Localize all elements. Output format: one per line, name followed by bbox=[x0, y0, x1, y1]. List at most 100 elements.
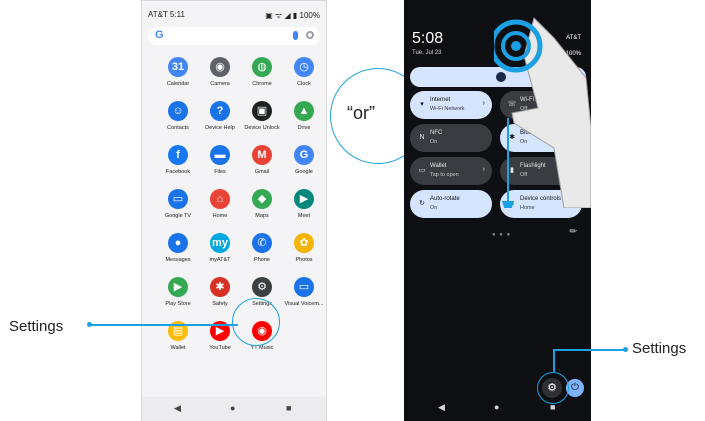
status-carrier-time: AT&T 5:11 bbox=[148, 10, 185, 19]
tile-subtitle: On bbox=[430, 205, 438, 211]
app-chrome[interactable]: ◍ Chrome bbox=[240, 57, 284, 101]
app-label: Drive bbox=[297, 125, 311, 131]
app-myat-t[interactable]: my myAT&T bbox=[198, 233, 242, 277]
tile-wallet[interactable]: ▭ Wallet Tap to open › bbox=[410, 157, 492, 185]
home-button[interactable]: ● bbox=[494, 402, 499, 412]
app-icon: ▲ bbox=[294, 101, 314, 121]
settings-callout-label-left: Settings bbox=[9, 318, 64, 335]
app-meet[interactable]: ▶ Meet bbox=[282, 189, 326, 233]
tile-title: Wallet bbox=[430, 163, 447, 169]
app-gmail[interactable]: M Gmail bbox=[240, 145, 284, 189]
tile-subtitle: Tap to open bbox=[430, 172, 459, 178]
app-icon: ▣ bbox=[252, 101, 272, 121]
status-icons: ▣ ᯤ ◢ ▮ 100% bbox=[265, 11, 320, 20]
app-icon: ◉ bbox=[210, 57, 230, 77]
app-icon: ● bbox=[168, 233, 188, 253]
app-drawer-screen: AT&T 5:11 ▣ ᯤ ◢ ▮ 100% G 31 Calendar ◉ Came… bbox=[141, 0, 327, 421]
app-icon: ▭ bbox=[294, 277, 314, 297]
callout-dot-right bbox=[623, 347, 628, 352]
app-files[interactable]: ▬ Files bbox=[198, 145, 242, 189]
tile-auto-rotate[interactable]: ↻ Auto-rotate On bbox=[410, 190, 492, 218]
settings-highlight-circle-right bbox=[537, 372, 569, 404]
date-label: Tue, Jul 23 bbox=[412, 50, 442, 56]
app-wallet[interactable]: ▤ Wallet bbox=[156, 321, 200, 365]
app-contacts[interactable]: ☺ Contacts bbox=[156, 101, 200, 145]
app-maps[interactable]: ◆ Maps bbox=[240, 189, 284, 233]
recents-button[interactable]: ■ bbox=[286, 403, 291, 413]
navigation-bar: ◀ ● ■ bbox=[142, 397, 326, 421]
tile-subtitle: Wi-Fi Network bbox=[430, 106, 465, 112]
tile-nfc[interactable]: N NFC On bbox=[410, 124, 492, 152]
back-button[interactable]: ◀ bbox=[438, 402, 445, 413]
chevron-right-icon: › bbox=[482, 166, 485, 173]
app-google-tv[interactable]: ▭ Google TV bbox=[156, 189, 200, 233]
tile-icon: N bbox=[419, 134, 425, 141]
tile-title: Internet bbox=[430, 97, 451, 103]
app-phone[interactable]: ✆ Phone bbox=[240, 233, 284, 277]
tile-subtitle: On bbox=[430, 139, 438, 145]
app-photos[interactable]: ✿ Photos bbox=[282, 233, 326, 277]
tile-icon: ▾ bbox=[420, 101, 424, 108]
tile-title: NFC bbox=[430, 130, 443, 136]
tile-internet[interactable]: ▾ Internet Wi-Fi Network › bbox=[410, 91, 492, 119]
app-icon: 31 bbox=[168, 57, 188, 77]
app-icon: ▶ bbox=[294, 189, 314, 209]
or-label: “or” bbox=[347, 103, 375, 123]
app-google[interactable]: G Google bbox=[282, 145, 326, 189]
app-drive[interactable]: ▲ Drive bbox=[282, 101, 326, 145]
app-play-store[interactable]: ▶ Play Store bbox=[156, 277, 200, 321]
back-button[interactable]: ◀ bbox=[174, 403, 181, 414]
status-bar: AT&T 5:11 ▣ ᯤ ◢ ▮ 100% bbox=[142, 1, 326, 27]
page-indicator: ● ● ● bbox=[492, 232, 512, 238]
tap-ring-inner-icon bbox=[511, 41, 521, 51]
settings-highlight-circle-left bbox=[232, 298, 280, 346]
google-logo-icon: G bbox=[155, 29, 164, 41]
app-label: YT Music bbox=[250, 345, 274, 351]
hand-icon bbox=[511, 17, 591, 208]
microphone-icon[interactable] bbox=[293, 31, 298, 40]
app-icon: ✱ bbox=[210, 277, 230, 297]
tile-icon: ↻ bbox=[419, 200, 425, 207]
app-clock[interactable]: ◷ Clock bbox=[282, 57, 326, 101]
app-icon: ▬ bbox=[210, 145, 230, 165]
swipe-arrow-head-icon bbox=[502, 201, 514, 208]
settings-callout-label-right: Settings bbox=[632, 340, 687, 357]
callout-line-left bbox=[90, 324, 238, 326]
app-camera[interactable]: ◉ Camera bbox=[198, 57, 242, 101]
app-label: Photos bbox=[295, 257, 313, 263]
app-icon: M bbox=[252, 145, 272, 165]
callout-line-right bbox=[553, 349, 625, 351]
lens-icon[interactable] bbox=[306, 31, 314, 39]
app-visual-voicem[interactable]: ▭ Visual Voicem... bbox=[282, 277, 326, 321]
app-icon: my bbox=[210, 233, 230, 253]
app-icon: ⌂ bbox=[210, 189, 230, 209]
clock-time: 5:08 bbox=[412, 30, 444, 47]
app-icon: ✿ bbox=[294, 233, 314, 253]
app-messages[interactable]: ● Messages bbox=[156, 233, 200, 277]
app-icon: ✆ bbox=[252, 233, 272, 253]
app-icon: ▶ bbox=[168, 277, 188, 297]
callout-vline-right bbox=[553, 349, 555, 372]
app-device-help[interactable]: ? Device Help bbox=[198, 101, 242, 145]
home-button[interactable]: ● bbox=[230, 403, 235, 413]
app-icon: ◆ bbox=[252, 189, 272, 209]
app-label: Meet bbox=[297, 213, 311, 219]
app-icon: ▭ bbox=[168, 189, 188, 209]
app-icon: ◷ bbox=[294, 57, 314, 77]
app-device-unlock[interactable]: ▣ Device Unlock bbox=[240, 101, 284, 145]
app-icon: f bbox=[168, 145, 188, 165]
app-calendar[interactable]: 31 Calendar bbox=[156, 57, 200, 101]
chevron-right-icon: › bbox=[482, 100, 485, 107]
app-icon: ⚙ bbox=[252, 277, 272, 297]
quick-settings-screen: 5:08 Tue, Jul 23 AT&T ▣ ᯤ ◢ ▮ 100% ▾Inte… bbox=[404, 0, 591, 421]
app-label: Clock bbox=[297, 81, 311, 87]
app-facebook[interactable]: f Facebook bbox=[156, 145, 200, 189]
tile-icon: ▭ bbox=[418, 167, 426, 174]
search-bar[interactable]: G bbox=[148, 27, 320, 45]
edit-pencil-icon[interactable]: ✎ bbox=[567, 225, 580, 238]
app-home[interactable]: ⌂ Home bbox=[198, 189, 242, 233]
app-icon: ◍ bbox=[252, 57, 272, 77]
app-icon: ? bbox=[210, 101, 230, 121]
app-icon: ☺ bbox=[168, 101, 188, 121]
tile-title: Auto-rotate bbox=[430, 196, 460, 202]
